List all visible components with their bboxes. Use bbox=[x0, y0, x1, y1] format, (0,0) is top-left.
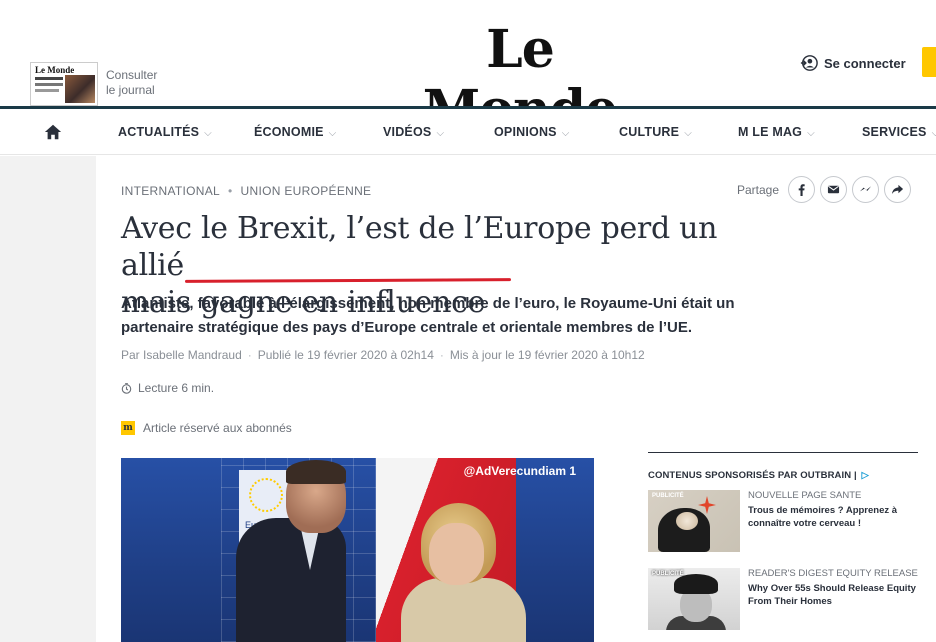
sponsored-thumbnail: PUBLICITÉ bbox=[648, 490, 740, 552]
sponsored-title: Trous de mémoires ? Apprenez à connaître… bbox=[748, 505, 898, 529]
breadcrumb-international[interactable]: INTERNATIONAL bbox=[121, 184, 220, 198]
outbrain-brand[interactable]: OUTBRAIN bbox=[800, 470, 851, 481]
article-photo[interactable]: Europe Comm @AdVerecundiam 1 bbox=[121, 458, 594, 642]
share-more-button[interactable] bbox=[884, 176, 912, 203]
sponsored-source: NOUVELLE PAGE SANTE bbox=[748, 490, 862, 501]
adchoices-icon[interactable]: ▷ bbox=[861, 470, 868, 481]
article-lede: Atlantiste, favorable à l’élargissement,… bbox=[121, 295, 735, 336]
ad-tag: PUBLICITÉ bbox=[652, 493, 684, 499]
user-login-icon bbox=[800, 55, 818, 71]
subscribe-tab[interactable] bbox=[922, 47, 936, 77]
sponsored-card[interactable]: PUBLICITÉ READER'S DIGEST EQUITY RELEASE… bbox=[648, 568, 918, 634]
chevron-down-icon: ⌵ bbox=[931, 128, 936, 139]
newspaper-thumbnail[interactable]: Le Monde bbox=[30, 62, 98, 106]
breadcrumb: INTERNATIONAL • UNION EUROPÉENNE bbox=[121, 184, 371, 198]
share-messenger-button[interactable] bbox=[852, 176, 880, 203]
main-nav: ACTUALITÉS ⌵ ÉCONOMIE ⌵ VIDÉOS ⌵ OPINIONS ⌵ … bbox=[0, 109, 936, 155]
subscriber-note-label: Article réservé aux abonnés bbox=[143, 421, 292, 435]
nav-item-m-le-mag[interactable]: M LE MAG ⌵ bbox=[738, 125, 815, 139]
breadcrumb-union-europeenne[interactable]: UNION EUROPÉENNE bbox=[241, 184, 372, 198]
reading-time-label: Lecture 6 min. bbox=[138, 381, 215, 395]
chevron-down-icon: ⌵ bbox=[807, 128, 815, 139]
nav-item-economie[interactable]: ÉCONOMIE ⌵ bbox=[254, 125, 336, 139]
nav-item-videos[interactable]: VIDÉOS ⌵ bbox=[383, 125, 444, 139]
chevron-down-icon: ⌵ bbox=[204, 128, 212, 139]
messenger-icon bbox=[859, 186, 872, 192]
nav-item-actualites[interactable]: ACTUALITÉS ⌵ bbox=[118, 125, 212, 139]
share-bar: Partage bbox=[737, 176, 912, 203]
ad-tag: PUBLICITÉ bbox=[652, 571, 684, 577]
thumbnail-masthead: Le Monde bbox=[35, 65, 75, 75]
nav-item-culture[interactable]: CULTURE ⌵ bbox=[619, 125, 692, 139]
title-line-1: Avec le Brexit, l’est de l’Europe perd u… bbox=[121, 211, 718, 283]
chevron-down-icon: ⌵ bbox=[328, 128, 337, 139]
consult-line-1: Consulter bbox=[106, 68, 158, 82]
published-date: Publié le 19 février 2020 à 02h14 bbox=[257, 348, 434, 362]
home-icon[interactable] bbox=[44, 123, 62, 141]
site-header: Le Monde Consulter le journal Le Monde S… bbox=[0, 0, 936, 140]
updated-date: Mis à jour le 19 février 2020 à 10h12 bbox=[449, 348, 645, 362]
nav-item-opinions[interactable]: OPINIONS ⌵ bbox=[494, 125, 570, 139]
consult-line-2: le journal bbox=[106, 83, 155, 97]
reading-time: Lecture 6 min. bbox=[121, 381, 214, 395]
subscriber-note: m Article réservé aux abonnés bbox=[121, 421, 292, 435]
login-button[interactable]: Se connecter bbox=[800, 54, 906, 72]
share-arrow-icon bbox=[891, 184, 904, 195]
le-monde-logo[interactable]: Le Monde bbox=[398, 20, 642, 140]
sponsored-title: Why Over 55s Should Release Equity From … bbox=[748, 583, 916, 607]
subscriber-badge-icon: m bbox=[121, 421, 135, 435]
sponsored-card[interactable]: PUBLICITÉ NOUVELLE PAGE SANTE Trous de m… bbox=[648, 490, 918, 556]
share-facebook-button[interactable] bbox=[788, 176, 816, 203]
photo-credit-watermark: @AdVerecundiam 1 bbox=[463, 464, 576, 478]
sponsored-heading: CONTENUS SPONSORISÉS PAR OUTBRAIN | ▷ bbox=[648, 470, 869, 481]
chevron-down-icon: ⌵ bbox=[561, 128, 570, 139]
facebook-icon bbox=[798, 184, 805, 196]
clock-icon bbox=[121, 382, 132, 394]
sponsored-source: READER'S DIGEST EQUITY RELEASE bbox=[748, 568, 918, 579]
consult-journal-link[interactable]: Consulter le journal bbox=[106, 68, 176, 98]
sponsored-rule bbox=[648, 452, 918, 453]
left-gutter bbox=[0, 156, 96, 642]
nav-item-services[interactable]: SERVICES ⌵ bbox=[862, 125, 936, 139]
login-label: Se connecter bbox=[824, 55, 906, 71]
chevron-down-icon: ⌵ bbox=[436, 128, 445, 139]
email-icon bbox=[827, 185, 840, 194]
share-label: Partage bbox=[737, 182, 780, 197]
breadcrumb-separator: • bbox=[228, 184, 233, 198]
share-email-button[interactable] bbox=[820, 176, 848, 203]
eu-stars-icon bbox=[249, 478, 283, 512]
chevron-down-icon: ⌵ bbox=[684, 128, 692, 139]
sponsored-thumbnail: PUBLICITÉ bbox=[648, 568, 740, 630]
author[interactable]: Par Isabelle Mandraud bbox=[121, 348, 242, 362]
byline: Par Isabelle Mandraud · Publié le 19 fév… bbox=[121, 348, 645, 362]
